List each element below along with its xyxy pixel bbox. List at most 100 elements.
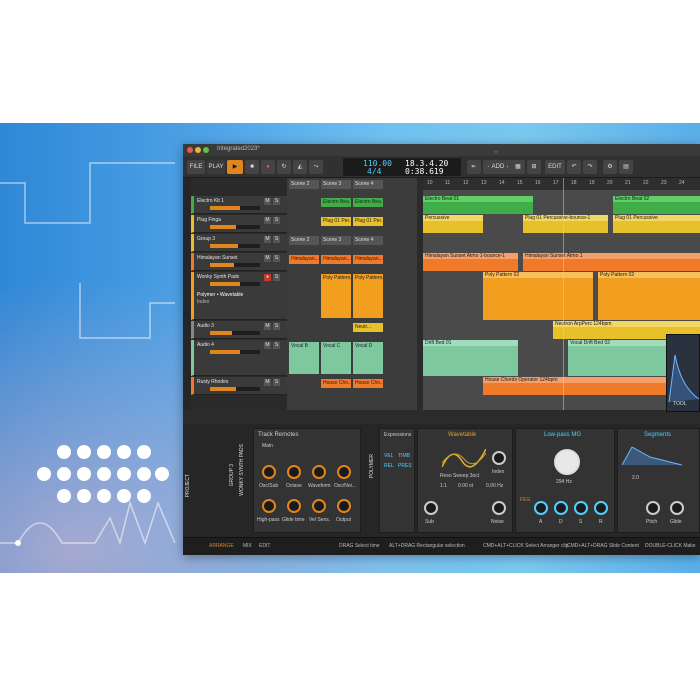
index-knob[interactable] (492, 451, 506, 465)
knob[interactable] (287, 465, 301, 479)
timeline-ruler[interactable]: 10 11 12 13 14 15 16 17 18 19 20 21 22 2… (423, 178, 700, 190)
knob[interactable] (287, 499, 301, 513)
scene-header[interactable]: Scene 4 (353, 180, 383, 189)
track-header[interactable]: Wonky Synth Pads ● S Polymer • Wavetable… (191, 272, 287, 320)
launcher-clip[interactable]: Himalayan... (289, 255, 319, 264)
mute-button[interactable]: M (264, 379, 271, 386)
arranger-clip[interactable]: Plug 01 Percussive-bounce-1 (523, 215, 608, 233)
solo-button[interactable]: S (273, 236, 280, 243)
arranger-clip[interactable]: Percussive (423, 215, 483, 233)
solo-button[interactable]: S (273, 274, 280, 281)
solo-button[interactable]: S (273, 342, 280, 349)
redo-icon[interactable]: ↷ (583, 160, 597, 174)
mute-button[interactable]: M (264, 217, 271, 224)
scene-header[interactable]: Scene 2 (289, 180, 319, 189)
minimize-window-button[interactable] (195, 147, 201, 153)
mute-button[interactable]: M (264, 255, 271, 262)
record-arm-button[interactable]: ● (264, 274, 271, 281)
arranger-clip[interactable]: Himalayan Sunset Atmo 1-bounce-1 (423, 253, 518, 271)
knob[interactable] (262, 499, 276, 513)
punch-in-icon[interactable]: ⇤ (467, 160, 481, 174)
solo-button[interactable]: S (273, 379, 280, 386)
launcher-clip[interactable]: Plug 01 Per... (321, 217, 351, 226)
project-tab[interactable]: Integrated2023* (217, 146, 260, 152)
solo-button[interactable]: S (273, 255, 280, 262)
filter-title[interactable]: Low-pass MG (544, 432, 581, 438)
segments-title[interactable]: Segments (644, 432, 671, 438)
pitch-knob[interactable] (646, 501, 660, 515)
launcher-clip[interactable]: Vocal C (321, 342, 351, 374)
solo-button[interactable]: S (273, 217, 280, 224)
launcher-clip[interactable]: Himalayan... (321, 255, 351, 264)
record-button[interactable]: ● (261, 160, 275, 174)
segments-value[interactable]: 2.0 (632, 475, 639, 481)
dashboard-icon[interactable]: ▤ (619, 160, 633, 174)
undo-icon[interactable]: ↶ (567, 160, 581, 174)
knob[interactable] (337, 465, 351, 479)
track-header[interactable]: Group 3 M S (191, 234, 287, 252)
tab-mix[interactable]: MIX (243, 543, 252, 549)
arranger-clip[interactable]: Electro Beat 01 (423, 196, 533, 214)
knob[interactable] (337, 499, 351, 513)
knob[interactable] (262, 465, 276, 479)
arranger-clip[interactable]: Electro Beat 02 (613, 196, 700, 214)
expr-vel[interactable]: VEL (384, 453, 393, 459)
track-header[interactable]: Plug Finga M S (191, 215, 287, 233)
sustain-knob[interactable] (574, 501, 588, 515)
release-knob[interactable] (594, 501, 608, 515)
expr-rel[interactable]: REL (384, 463, 394, 469)
launcher-clip[interactable]: Vocal D (353, 342, 383, 374)
loop-button[interactable]: ↻ (277, 160, 291, 174)
add-button[interactable]: ADD (489, 160, 507, 174)
launcher-clip[interactable]: Scene 3 (321, 236, 351, 245)
track-header[interactable]: Himalayan Sunset M S (191, 253, 287, 271)
close-window-button[interactable] (187, 147, 193, 153)
mute-button[interactable]: M (264, 342, 271, 349)
knob[interactable] (312, 465, 326, 479)
settings-icon[interactable]: ⚙ (603, 160, 617, 174)
track-header[interactable]: Audio 4 M S (191, 340, 287, 376)
pitch-semitones[interactable]: 0.00 st (458, 483, 473, 489)
playhead[interactable] (563, 178, 564, 410)
track-header[interactable]: Rusty Rhodes M S (191, 377, 287, 395)
metronome-icon[interactable]: ◭ (293, 160, 307, 174)
tab-arrange[interactable]: ARRANGE (209, 543, 234, 549)
pitch-hz[interactable]: 0.00 Hz (486, 483, 503, 489)
launcher-clip[interactable]: Plug 01 Per... (353, 217, 383, 226)
edit-button[interactable]: EDIT (545, 160, 565, 174)
arranger-clip[interactable]: Drift Bed 01 (423, 340, 518, 376)
expr-timb[interactable]: TIMB (398, 453, 410, 459)
solo-button[interactable]: S (273, 323, 280, 330)
noise-knob[interactable] (492, 501, 506, 515)
launcher-clip[interactable]: Scene 2 (289, 236, 319, 245)
launcher-clip[interactable]: Electro Bea... (353, 198, 383, 207)
launcher-clip[interactable]: Poly Pattern... (353, 274, 383, 318)
arranger-clip[interactable]: Plug 01 Percussive (613, 215, 700, 233)
envelope-popup[interactable]: TOOL (666, 334, 700, 412)
play-button[interactable]: ▶ (227, 160, 243, 174)
arranger-clip[interactable]: Poly Pattern 02 (483, 272, 593, 320)
scene-header[interactable]: Scene 3 (321, 180, 351, 189)
arranger-clip[interactable]: Poly Pattern 02 (598, 272, 700, 320)
solo-button[interactable]: S (273, 198, 280, 205)
mute-button[interactable]: M (264, 236, 271, 243)
sub-knob[interactable] (424, 501, 438, 515)
tab-group[interactable]: GROUP 3 (229, 464, 235, 486)
tab-track[interactable]: WONKY SYNTH PADS (239, 444, 245, 496)
mute-button[interactable]: M (264, 323, 271, 330)
launcher-clip[interactable]: Neutr... (353, 323, 383, 332)
tab-edit[interactable]: EDIT (259, 543, 270, 549)
launcher-clip[interactable]: House Cho... (353, 379, 383, 388)
attack-knob[interactable] (534, 501, 548, 515)
expr-pres[interactable]: PRES (398, 463, 412, 469)
oscillator-title[interactable]: Wavetable (448, 432, 476, 438)
zoom-window-button[interactable] (203, 147, 209, 153)
time-signature[interactable]: 4/4 (367, 167, 381, 176)
stop-button[interactable]: ■ (245, 160, 259, 174)
launcher-clip[interactable]: Vocal B (289, 342, 319, 374)
tab-project[interactable]: PROJECT (185, 474, 191, 497)
automation-button[interactable]: ⤳ (309, 160, 323, 174)
mixer-icon[interactable]: ⊞ (527, 160, 541, 174)
launcher-clip[interactable]: Himalayan... (353, 255, 383, 264)
mute-button[interactable]: M (264, 198, 271, 205)
